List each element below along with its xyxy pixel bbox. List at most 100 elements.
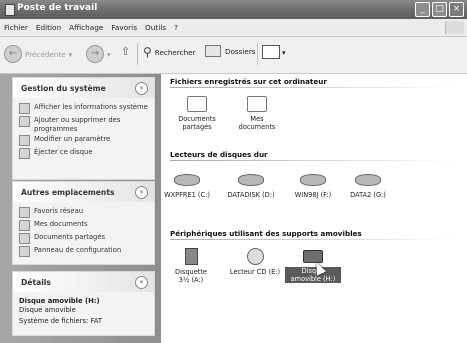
chevron-down-icon: ▾ <box>107 49 111 59</box>
windows-logo-icon <box>445 21 464 34</box>
hard-drive-icon <box>355 174 381 186</box>
maximize-button[interactable]: □ <box>432 2 447 17</box>
computer-icon <box>5 4 15 16</box>
group-title: Lecteurs de disques dur <box>170 150 268 159</box>
item-label: Lecteur CD (E:) <box>229 268 281 276</box>
search-button[interactable]: ⚲ Rechercher <box>143 45 196 59</box>
menu-outils[interactable]: Outils <box>141 23 170 32</box>
floppy-icon <box>184 248 198 265</box>
details-filesystem: Système de fichiers: FAT <box>19 317 103 325</box>
views-icon <box>262 45 280 59</box>
item-label: Disquette 3½ (A:) <box>175 268 207 284</box>
task-change-setting[interactable]: Modifier un paramètre <box>13 134 154 147</box>
info-icon <box>19 103 30 114</box>
folder-icon <box>19 220 30 231</box>
eject-icon <box>19 148 30 159</box>
forward-arrow-icon: → <box>86 45 104 63</box>
hard-drive-icon <box>174 174 200 186</box>
back-arrow-icon: ← <box>4 45 22 63</box>
panel-title: Gestion du système <box>21 84 106 93</box>
place-label: Favoris réseau <box>34 207 84 215</box>
up-folder-button[interactable]: ⇧ <box>121 45 130 58</box>
item-drive-f[interactable]: WIN98J (F:) <box>287 174 339 199</box>
network-icon <box>19 207 30 218</box>
details-type: Disque amovible <box>19 306 76 314</box>
place-network[interactable]: Favoris réseau <box>13 206 154 219</box>
menu-favoris[interactable]: Favoris <box>107 23 141 32</box>
item-shared-documents[interactable]: Documents partagés <box>175 96 219 131</box>
collapse-icon[interactable]: « <box>135 82 148 95</box>
back-label: Précédente <box>25 49 66 59</box>
collapse-icon[interactable]: « <box>135 186 148 199</box>
task-label: Afficher les informations système <box>34 103 148 111</box>
item-label: DATADISK (D:) <box>227 191 275 199</box>
item-cd-e[interactable]: Lecteur CD (E:) <box>227 248 283 276</box>
programs-icon <box>19 116 30 127</box>
up-folder-icon: ⇧ <box>121 45 131 58</box>
menu-bar: Fichier Edition Affichage Favoris Outils… <box>0 19 467 37</box>
task-label: Modifier un paramètre <box>34 135 111 143</box>
menu-affichage[interactable]: Affichage <box>65 23 107 32</box>
item-my-documents[interactable]: Mes documents <box>235 96 279 131</box>
item-label: Documents partagés <box>178 115 216 131</box>
group-divider <box>170 239 458 240</box>
item-label: WIN98J (F:) <box>294 191 332 199</box>
details-panel: Détails « Disque amovible (H:) Disque am… <box>12 271 155 336</box>
folder-icon <box>247 96 267 112</box>
content-pane: Fichiers enregistrés sur cet ordinateur … <box>161 74 467 343</box>
panel-title: Détails <box>21 278 51 287</box>
hard-drive-icon <box>300 174 326 186</box>
item-label: Disque amovible (H:) <box>285 267 341 283</box>
forward-button[interactable]: → ▾ <box>86 45 111 63</box>
folder-icon <box>187 96 207 112</box>
group-divider <box>170 160 458 161</box>
window-title: Poste de travail <box>17 3 98 13</box>
panel-title: Autres emplacements <box>21 188 115 197</box>
task-label: Éjecter ce disque <box>34 148 93 156</box>
item-label: Mes documents <box>238 115 276 131</box>
search-label: Rechercher <box>154 47 196 57</box>
task-system-info[interactable]: Afficher les informations système <box>13 102 154 115</box>
place-my-documents[interactable]: Mes documents <box>13 219 154 232</box>
system-tasks-panel: Gestion du système « Afficher les inform… <box>12 77 155 180</box>
item-floppy-a[interactable]: Disquette 3½ (A:) <box>171 248 211 284</box>
title-bar: Poste de travail _ □ × <box>0 0 467 19</box>
task-label: Ajouter ou supprimer des programmes <box>34 116 121 133</box>
item-label: WXPFRE1 (C:) <box>164 191 210 199</box>
folders-button[interactable]: Dossiers <box>205 45 256 57</box>
place-shared-documents[interactable]: Documents partagés <box>13 232 154 245</box>
group-title: Périphériques utilisant des supports amo… <box>170 229 362 238</box>
views-button[interactable]: ▾ <box>262 45 286 59</box>
place-control-panel[interactable]: Panneau de configuration <box>13 245 154 258</box>
menu-fichier[interactable]: Fichier <box>0 23 32 32</box>
control-panel-icon <box>19 135 30 146</box>
folder-icon <box>19 233 30 244</box>
folder-icon <box>205 45 221 57</box>
minimize-button[interactable]: _ <box>415 2 430 17</box>
task-eject-disk[interactable]: Éjecter ce disque <box>13 147 154 160</box>
item-drive-g[interactable]: DATA2 (G:) <box>342 174 394 199</box>
hard-drive-icon <box>238 174 264 186</box>
menu-edition[interactable]: Edition <box>32 23 65 32</box>
collapse-icon[interactable]: « <box>135 276 148 289</box>
close-button[interactable]: × <box>449 2 464 17</box>
menu-help[interactable]: ? <box>170 23 182 32</box>
item-drive-d[interactable]: DATADISK (D:) <box>225 174 277 199</box>
toolbar-divider <box>137 43 138 65</box>
chevron-down-icon: ▾ <box>68 49 73 59</box>
details-name: Disque amovible (H:) <box>19 297 100 305</box>
task-add-remove-programs[interactable]: Ajouter ou supprimer des programmes <box>13 115 154 134</box>
place-label: Mes documents <box>34 220 88 228</box>
item-label: DATA2 (G:) <box>350 191 386 199</box>
toolbar-divider <box>257 43 258 65</box>
group-divider <box>170 87 458 88</box>
group-title: Fichiers enregistrés sur cet ordinateur <box>170 77 327 86</box>
back-button[interactable]: ← Précédente ▾ <box>4 45 72 63</box>
task-pane: Gestion du système « Afficher les inform… <box>0 74 161 343</box>
place-label: Documents partagés <box>34 233 106 241</box>
search-icon: ⚲ <box>143 45 152 59</box>
place-label: Panneau de configuration <box>34 246 122 254</box>
folders-label: Dossiers <box>225 46 256 56</box>
item-drive-c[interactable]: WXPFRE1 (C:) <box>161 174 213 199</box>
control-panel-icon <box>19 246 30 257</box>
